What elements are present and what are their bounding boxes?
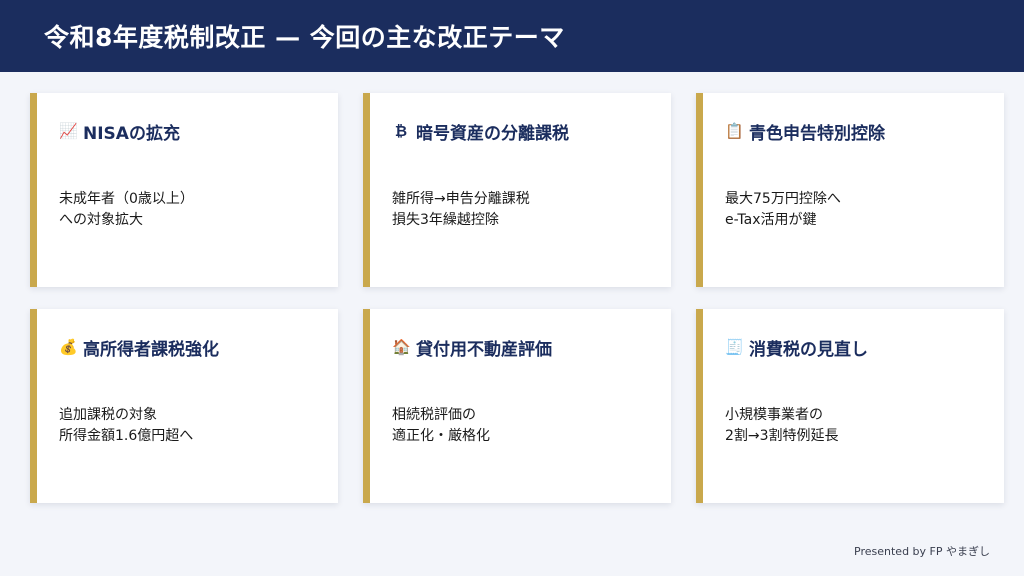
bitcoin-icon: ₿ bbox=[394, 122, 408, 140]
card-description: 最大75万円控除へ e-Tax活用が鍵 bbox=[725, 191, 841, 228]
card-title: 貸付用不動産評価 bbox=[416, 339, 552, 360]
card-description: 相続税評価の 適正化・厳格化 bbox=[392, 407, 490, 444]
receipt-icon: 🧾 bbox=[725, 338, 744, 356]
card-description: 未成年者（0歳以上） への対象拡大 bbox=[59, 191, 194, 228]
card-title: NISAの拡充 bbox=[83, 123, 180, 144]
card-title: 高所得者課税強化 bbox=[83, 339, 219, 360]
card-nisa: 📈 NISAの拡充 未成年者（0歳以上） への対象拡大 bbox=[30, 93, 338, 287]
presenter-credit: Presented by FP やまぎし bbox=[854, 545, 990, 558]
card-title: 消費税の見直し bbox=[749, 339, 868, 360]
card-title: 青色申告特別控除 bbox=[749, 123, 885, 144]
money-bag-icon: 💰 bbox=[59, 338, 78, 356]
page-title: 令和8年度税制改正 — 今回の主な改正テーマ bbox=[44, 23, 565, 52]
chart-up-icon: 📈 bbox=[59, 122, 78, 140]
theme-card-grid: 📈 NISAの拡充 未成年者（0歳以上） への対象拡大 ₿ 暗号資産の分離課税 … bbox=[30, 93, 1004, 503]
card-description: 追加課税の対象 所得金額1.6億円超へ bbox=[59, 407, 194, 444]
house-icon: 🏠 bbox=[392, 338, 411, 356]
header-bar: 令和8年度税制改正 — 今回の主な改正テーマ bbox=[0, 0, 1024, 72]
card-title: 暗号資産の分離課税 bbox=[416, 123, 569, 144]
card-description: 雑所得→申告分離課税 損失3年繰越控除 bbox=[392, 191, 530, 228]
card-consumption-tax: 🧾 消費税の見直し 小規模事業者の 2割→3割特例延長 bbox=[696, 309, 1004, 503]
card-crypto: ₿ 暗号資産の分離課税 雑所得→申告分離課税 損失3年繰越控除 bbox=[363, 93, 671, 287]
card-rental-property: 🏠 貸付用不動産評価 相続税評価の 適正化・厳格化 bbox=[363, 309, 671, 503]
card-high-income: 💰 高所得者課税強化 追加課税の対象 所得金額1.6億円超へ bbox=[30, 309, 338, 503]
card-blue-return: 📋 青色申告特別控除 最大75万円控除へ e-Tax活用が鍵 bbox=[696, 93, 1004, 287]
clipboard-icon: 📋 bbox=[725, 122, 744, 140]
card-description: 小規模事業者の 2割→3割特例延長 bbox=[725, 407, 839, 444]
